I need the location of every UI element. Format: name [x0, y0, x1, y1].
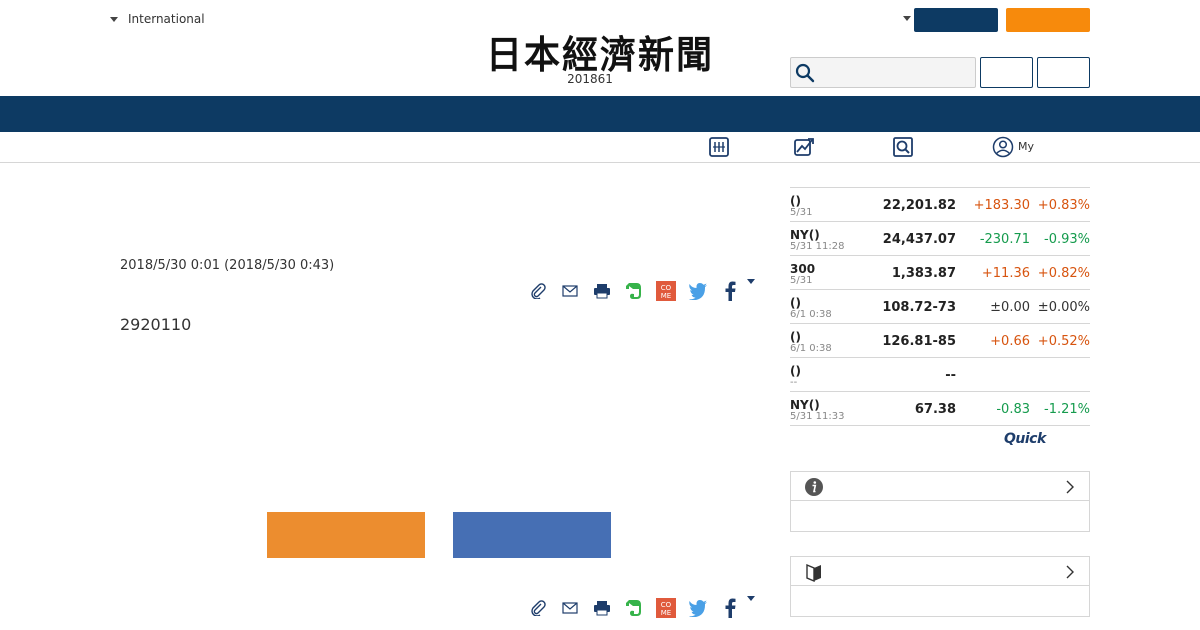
market-row[interactable]: 300 5/31 1,383.87 +11.36 +0.82%	[790, 256, 1090, 290]
market-value: --	[945, 368, 956, 383]
evernote-icon[interactable]	[622, 596, 646, 620]
market-change: +183.30	[973, 198, 1030, 213]
market-time: 5/31 11:28	[790, 241, 845, 252]
search-input[interactable]	[820, 60, 970, 85]
chevron-down-icon	[747, 279, 755, 303]
market-value: 126.81-85	[882, 334, 956, 349]
market-change: ±0.00	[990, 300, 1030, 315]
market-data-table: () 5/31 22,201.82 +183.30 +0.83% NY() 5/…	[790, 187, 1090, 426]
come-text-bottom: ME	[661, 609, 671, 617]
blue-action-button[interactable]	[453, 512, 611, 558]
come-icon[interactable]: CO ME	[654, 596, 678, 620]
market-change: +11.36	[981, 266, 1030, 281]
market-name: ()	[790, 330, 801, 344]
clip-icon[interactable]	[526, 279, 550, 303]
beginner-panel	[790, 556, 1090, 617]
info-panel	[790, 471, 1090, 532]
quick-logo[interactable]: Quick	[1004, 431, 1046, 447]
market-change-pct: ±0.00%	[1037, 300, 1090, 315]
market-change: -0.83	[996, 402, 1030, 417]
market-row[interactable]: () -- --	[790, 358, 1090, 392]
market-time: 6/1 0:38	[790, 309, 832, 320]
user-circle-icon[interactable]	[992, 136, 1014, 158]
calendar-grid-icon[interactable]	[708, 136, 730, 158]
chevron-down-icon	[747, 596, 755, 620]
magnifier-box-icon[interactable]	[892, 136, 914, 158]
subscribe-button[interactable]	[1006, 8, 1090, 32]
come-icon[interactable]: CO ME	[654, 279, 678, 303]
market-name: ()	[790, 364, 801, 378]
market-change-pct: +0.82%	[1037, 266, 1090, 281]
main-nav-bar	[0, 96, 1200, 132]
market-value: 67.38	[914, 402, 956, 417]
header-date: 201861	[567, 72, 613, 86]
share-toolbar-bottom: CO ME	[526, 596, 760, 620]
search-icon[interactable]	[795, 63, 815, 83]
market-row[interactable]: NY() 5/31 11:33 67.38 -0.83 -1.21%	[790, 392, 1090, 426]
print-icon[interactable]	[590, 596, 614, 620]
come-text-top: CO	[661, 601, 672, 609]
come-text-top: CO	[661, 284, 672, 292]
market-name: ()	[790, 296, 801, 310]
share-more-icon[interactable]	[747, 596, 760, 620]
market-change-pct: +0.83%	[1037, 198, 1090, 213]
market-name: ()	[790, 194, 801, 208]
info-panel-header[interactable]	[791, 472, 1089, 501]
share-toolbar-top: CO ME	[526, 279, 760, 303]
beginner-mark-icon	[806, 563, 821, 582]
market-time: 5/31	[790, 275, 813, 286]
market-time: --	[790, 377, 798, 388]
my-page-label[interactable]: My	[1018, 140, 1034, 153]
market-change: -230.71	[979, 232, 1030, 247]
come-text-bottom: ME	[661, 292, 671, 300]
market-time: 6/1 0:38	[790, 343, 832, 354]
market-value: 24,437.07	[882, 232, 956, 247]
account-caret-icon[interactable]	[903, 16, 911, 21]
market-change-pct: -1.21%	[1044, 402, 1090, 417]
facebook-icon[interactable]	[718, 279, 742, 303]
chevron-right-icon	[1066, 565, 1074, 579]
market-value: 1,383.87	[891, 266, 956, 281]
clip-icon[interactable]	[526, 596, 550, 620]
site-logo[interactable]: 日本經濟新聞	[440, 26, 760, 78]
market-name: NY()	[790, 398, 820, 412]
info-circle-icon	[805, 478, 823, 496]
login-button[interactable]	[914, 8, 998, 32]
header-action-button-1[interactable]	[980, 57, 1033, 88]
market-row[interactable]: () 5/31 22,201.82 +183.30 +0.83%	[790, 188, 1090, 222]
chevron-right-icon	[1066, 480, 1074, 494]
market-name: NY()	[790, 228, 820, 242]
mail-icon[interactable]	[558, 279, 582, 303]
market-name: 300	[790, 262, 816, 276]
market-change-pct: +0.52%	[1037, 334, 1090, 349]
market-row[interactable]: () 6/1 0:38 126.81-85 +0.66 +0.52%	[790, 324, 1090, 358]
market-change-pct: -0.93%	[1044, 232, 1090, 247]
facebook-icon[interactable]	[718, 596, 742, 620]
share-more-icon[interactable]	[747, 279, 760, 303]
print-icon[interactable]	[590, 279, 614, 303]
chart-trend-icon[interactable]	[793, 136, 815, 158]
orange-action-button[interactable]	[267, 512, 425, 558]
market-time: 5/31	[790, 207, 813, 218]
beginner-panel-header[interactable]	[791, 557, 1089, 586]
market-time: 5/31 11:33	[790, 411, 845, 422]
market-row[interactable]: NY() 5/31 11:28 24,437.07 -230.71 -0.93%	[790, 222, 1090, 256]
article-body-text: 2920110	[120, 315, 192, 334]
evernote-icon[interactable]	[622, 279, 646, 303]
market-value: 108.72-73	[882, 300, 956, 315]
article-published-date: 2018/5/30 0:01 (2018/5/30 0:43)	[120, 258, 335, 273]
caret-down-icon	[110, 16, 118, 22]
edition-label: International	[128, 12, 205, 26]
header-action-button-2[interactable]	[1037, 57, 1090, 88]
edition-selector[interactable]: International	[110, 12, 205, 26]
market-row[interactable]: () 6/1 0:38 108.72-73 ±0.00 ±0.00%	[790, 290, 1090, 324]
twitter-icon[interactable]	[686, 596, 710, 620]
twitter-icon[interactable]	[686, 279, 710, 303]
market-change: +0.66	[990, 334, 1030, 349]
mail-icon[interactable]	[558, 596, 582, 620]
market-value: 22,201.82	[882, 198, 956, 213]
